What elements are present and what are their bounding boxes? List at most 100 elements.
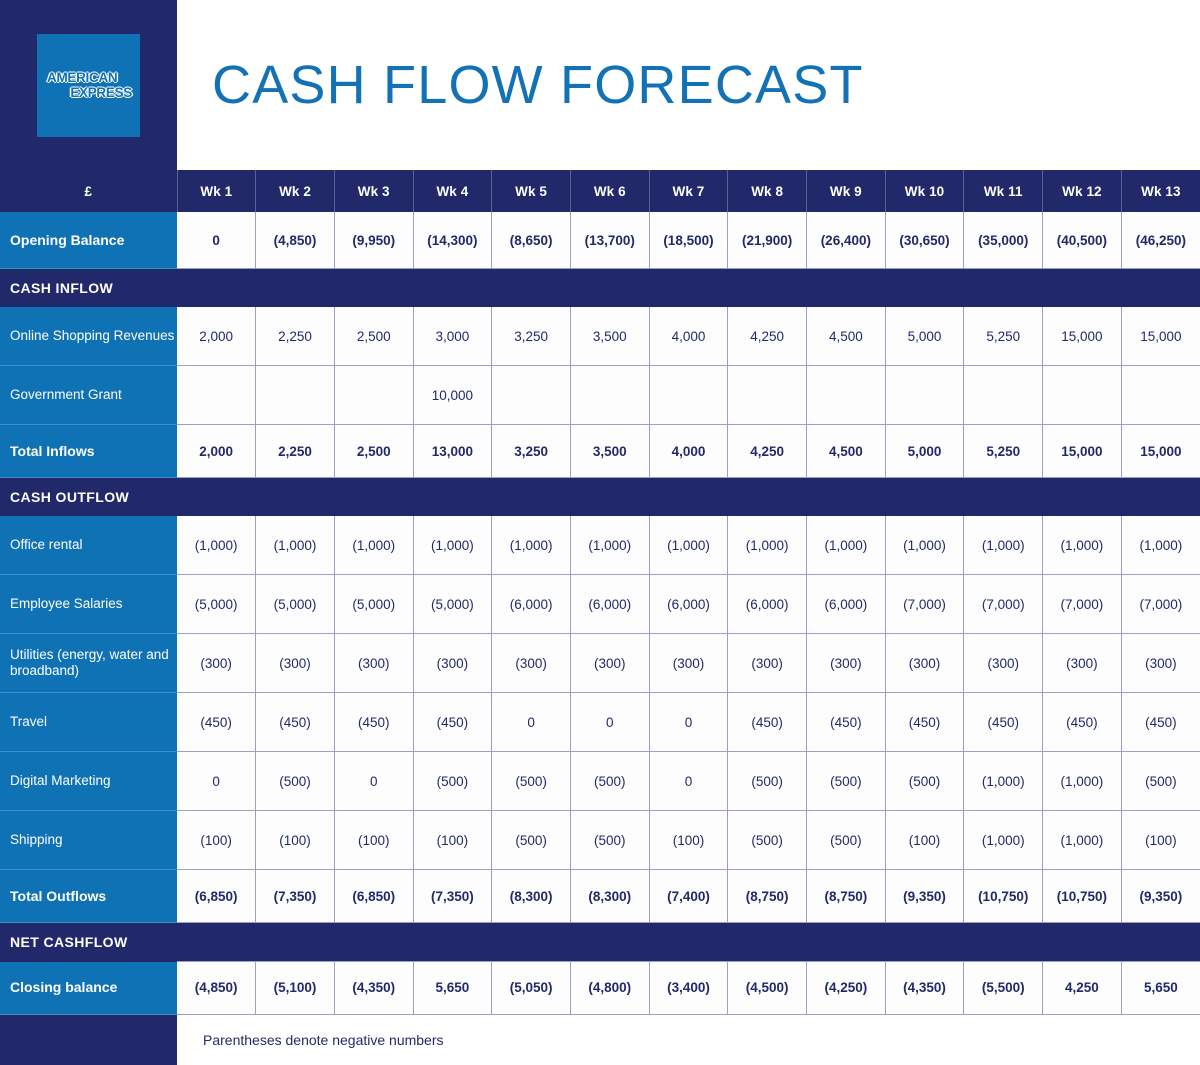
cell-closing-balance-wk-3: (4,350) xyxy=(334,961,414,1015)
table-body: Opening Balance 0 (4,850) (9,950) (14,30… xyxy=(0,212,1200,1065)
row-label-travel: Travel xyxy=(0,692,177,752)
american-express-logo: AMERICAN EXPRESS xyxy=(37,33,140,137)
section-label-cash-inflow: CASH INFLOW xyxy=(0,268,1200,307)
cell-shipping-wk-13: (100) xyxy=(1121,810,1200,870)
cell-total-outflows-wk-5: (8,300) xyxy=(491,869,571,923)
cell-closing-balance-wk-11: (5,500) xyxy=(963,961,1044,1015)
footnote-spacer xyxy=(0,1014,177,1065)
cell-utilities-wk-13: (300) xyxy=(1121,633,1200,693)
column-header-wk-6: Wk 6 xyxy=(570,170,650,212)
column-header-wk-9: Wk 9 xyxy=(806,170,886,212)
cell-opening-balance-wk-1: 0 xyxy=(177,212,257,269)
cell-utilities-wk-1: (300) xyxy=(177,633,257,693)
cell-travel-wk-13: (450) xyxy=(1121,692,1200,752)
table-row-total-inflows: Total Inflows 2,000 2,250 2,500 13,000 3… xyxy=(0,424,1200,478)
cell-utilities-wk-10: (300) xyxy=(885,633,965,693)
logo-line-american: AMERICAN xyxy=(47,69,118,85)
cell-government-grant-wk-11 xyxy=(963,365,1044,425)
cell-utilities-wk-11: (300) xyxy=(963,633,1044,693)
cell-travel-wk-3: (450) xyxy=(334,692,414,752)
table-header-row: £ Wk 1 Wk 2 Wk 3 Wk 4 Wk 5 Wk 6 Wk 7 Wk … xyxy=(0,170,1200,212)
cell-travel-wk-11: (450) xyxy=(963,692,1044,752)
cell-digital-marketing-wk-13: (500) xyxy=(1121,751,1200,811)
cell-digital-marketing-wk-1: 0 xyxy=(177,751,257,811)
cell-online-shopping-revenues-wk-8: 4,250 xyxy=(727,307,807,366)
column-header-wk-13: Wk 13 xyxy=(1121,170,1200,212)
cell-government-grant-wk-10 xyxy=(885,365,965,425)
row-label-online-shopping-revenues: Online Shopping Revenues xyxy=(0,307,177,366)
cell-total-outflows-wk-12: (10,750) xyxy=(1042,869,1122,923)
cell-online-shopping-revenues-wk-2: 2,250 xyxy=(255,307,335,366)
cell-closing-balance-wk-1: (4,850) xyxy=(177,961,257,1015)
cell-travel-wk-10: (450) xyxy=(885,692,965,752)
cell-total-inflows-wk-10: 5,000 xyxy=(885,424,965,478)
cell-opening-balance-wk-4: (14,300) xyxy=(413,212,493,269)
section-label-net-cashflow: NET CASHFLOW xyxy=(0,922,1200,962)
cell-office-rental-wk-12: (1,000) xyxy=(1042,516,1122,575)
cell-online-shopping-revenues-wk-13: 15,000 xyxy=(1121,307,1200,366)
cell-opening-balance-wk-13: (46,250) xyxy=(1121,212,1200,269)
cell-employee-salaries-wk-4: (5,000) xyxy=(413,574,493,634)
cell-total-outflows-wk-2: (7,350) xyxy=(255,869,335,923)
cell-utilities-wk-2: (300) xyxy=(255,633,335,693)
cell-opening-balance-wk-11: (35,000) xyxy=(963,212,1044,269)
cell-travel-wk-5: 0 xyxy=(491,692,571,752)
cell-online-shopping-revenues-wk-7: 4,000 xyxy=(649,307,729,366)
cell-travel-wk-7: 0 xyxy=(649,692,729,752)
row-label-shipping: Shipping xyxy=(0,810,177,870)
cell-digital-marketing-wk-10: (500) xyxy=(885,751,965,811)
page-header: AMERICAN EXPRESS CASH FLOW FORECAST xyxy=(0,0,1200,170)
row-label-utilities: Utilities (energy, water and broadband) xyxy=(0,633,177,693)
cell-shipping-wk-5: (500) xyxy=(491,810,571,870)
cell-office-rental-wk-8: (1,000) xyxy=(727,516,807,575)
column-header-wk-8: Wk 8 xyxy=(727,170,807,212)
cell-closing-balance-wk-9: (4,250) xyxy=(806,961,886,1015)
table-row-travel: Travel (450) (450) (450) (450) 0 0 0 (45… xyxy=(0,692,1200,752)
cell-total-inflows-wk-6: 3,500 xyxy=(570,424,650,478)
table-row-total-outflows: Total Outflows (6,850) (7,350) (6,850) (… xyxy=(0,869,1200,923)
cell-online-shopping-revenues-wk-10: 5,000 xyxy=(885,307,965,366)
table-row-closing-balance: Closing balance (4,850) (5,100) (4,350) … xyxy=(0,961,1200,1015)
cell-travel-wk-8: (450) xyxy=(727,692,807,752)
row-label-digital-marketing: Digital Marketing xyxy=(0,751,177,811)
cell-opening-balance-wk-9: (26,400) xyxy=(806,212,886,269)
cell-employee-salaries-wk-13: (7,000) xyxy=(1121,574,1200,634)
cell-closing-balance-wk-13: 5,650 xyxy=(1121,961,1200,1015)
page-title: CASH FLOW FORECAST xyxy=(212,55,864,115)
cell-opening-balance-wk-2: (4,850) xyxy=(255,212,335,269)
cell-office-rental-wk-7: (1,000) xyxy=(649,516,729,575)
column-header-wk-7: Wk 7 xyxy=(649,170,729,212)
cell-closing-balance-wk-8: (4,500) xyxy=(727,961,807,1015)
cell-closing-balance-wk-10: (4,350) xyxy=(885,961,965,1015)
cell-shipping-wk-1: (100) xyxy=(177,810,257,870)
cell-total-outflows-wk-8: (8,750) xyxy=(727,869,807,923)
cell-employee-salaries-wk-11: (7,000) xyxy=(963,574,1044,634)
table-row-digital-marketing: Digital Marketing 0 (500) 0 (500) (500) … xyxy=(0,751,1200,811)
table-row-footnote: Parentheses denote negative numbers xyxy=(0,1014,1200,1065)
cell-government-grant-wk-13 xyxy=(1121,365,1200,425)
cell-digital-marketing-wk-9: (500) xyxy=(806,751,886,811)
cell-shipping-wk-8: (500) xyxy=(727,810,807,870)
cell-office-rental-wk-4: (1,000) xyxy=(413,516,493,575)
table-row-opening-balance: Opening Balance 0 (4,850) (9,950) (14,30… xyxy=(0,212,1200,269)
cell-total-inflows-wk-8: 4,250 xyxy=(727,424,807,478)
cell-opening-balance-wk-8: (21,900) xyxy=(727,212,807,269)
cell-total-outflows-wk-9: (8,750) xyxy=(806,869,886,923)
cell-total-outflows-wk-7: (7,400) xyxy=(649,869,729,923)
cell-shipping-wk-2: (100) xyxy=(255,810,335,870)
cell-online-shopping-revenues-wk-6: 3,500 xyxy=(570,307,650,366)
cell-employee-salaries-wk-10: (7,000) xyxy=(885,574,965,634)
cell-shipping-wk-3: (100) xyxy=(334,810,414,870)
cell-opening-balance-wk-3: (9,950) xyxy=(334,212,414,269)
cell-employee-salaries-wk-8: (6,000) xyxy=(727,574,807,634)
cell-total-outflows-wk-6: (8,300) xyxy=(570,869,650,923)
table-row-government-grant: Government Grant 10,000 xyxy=(0,365,1200,425)
cell-total-inflows-wk-12: 15,000 xyxy=(1042,424,1122,478)
cell-shipping-wk-11: (1,000) xyxy=(963,810,1044,870)
table-row-utilities: Utilities (energy, water and broadband) … xyxy=(0,633,1200,693)
currency-header: £ xyxy=(0,170,178,212)
cash-flow-forecast-page: AMERICAN EXPRESS CASH FLOW FORECAST £ Wk… xyxy=(0,0,1200,1065)
cell-shipping-wk-10: (100) xyxy=(885,810,965,870)
cell-employee-salaries-wk-7: (6,000) xyxy=(649,574,729,634)
cell-total-inflows-wk-1: 2,000 xyxy=(177,424,257,478)
